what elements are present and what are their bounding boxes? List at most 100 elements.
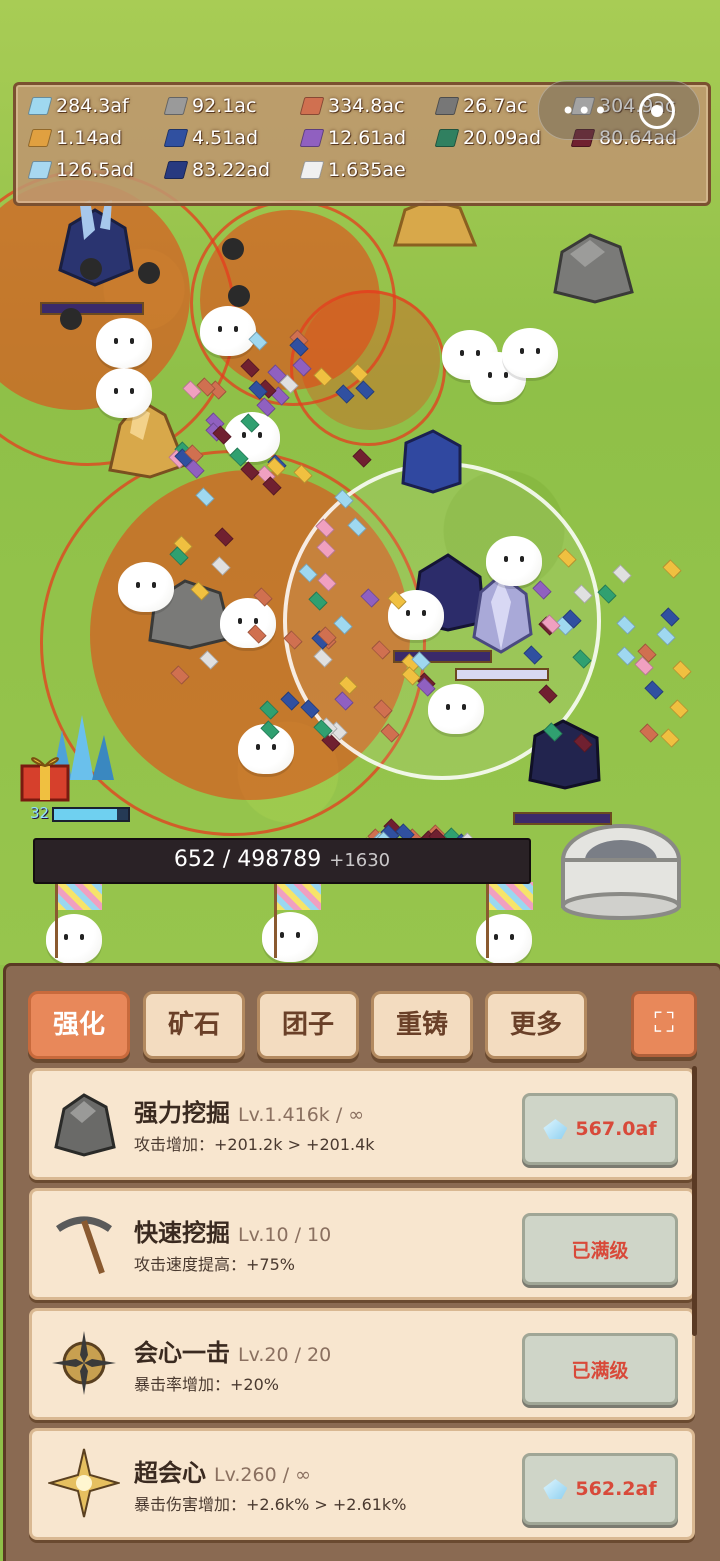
level-progress-bar (52, 807, 130, 822)
fullscreen-button[interactable]: ⛶ (631, 991, 697, 1057)
bomb-icon (80, 258, 102, 280)
crit-target-icon (52, 1331, 116, 1395)
gem-drop-icon (644, 679, 665, 700)
gem-drop-icon (616, 615, 636, 635)
upgrade-description: 暴击伤害增加：+2.6k% > +2.61k% (134, 1495, 407, 1514)
resource-item: 1.14ad (27, 127, 122, 149)
crystal-ingot-icon (27, 161, 53, 179)
dango-character[interactable] (96, 368, 152, 418)
resource-item: 92.1ac (163, 95, 256, 117)
resource-value: 126.5ad (56, 159, 135, 181)
gold-ore-rock[interactable] (390, 200, 480, 250)
dango-character[interactable] (220, 598, 276, 648)
gem-drop-icon (612, 564, 632, 584)
rainbow-flag-icon (277, 882, 321, 910)
progress-count: 652 / 498789 (173, 847, 322, 872)
upgrade-description: 攻击增加：+201.2k > +201.4k (134, 1135, 375, 1154)
tab-dango[interactable]: 团子 (257, 991, 359, 1059)
resource-item: 126.5ad (27, 159, 135, 181)
super-crit-icon (48, 1448, 120, 1518)
dango-character[interactable] (262, 912, 318, 962)
dango-character[interactable] (476, 914, 532, 964)
resource-value: 4.51ad (192, 127, 259, 149)
blast-ring (290, 290, 446, 446)
cobalt-ingot-icon (163, 161, 189, 179)
resource-value: 12.61ad (328, 127, 407, 149)
tab-ore[interactable]: 矿石 (143, 991, 245, 1059)
upgrade-description: 暴击率增加：+20% (134, 1375, 279, 1394)
gem-drop-icon (669, 698, 689, 719)
sapphire-ingot-icon (163, 129, 189, 147)
level-progress-fill (54, 809, 117, 820)
tab-enhance[interactable]: 强化 (28, 991, 130, 1059)
bomb-icon (222, 238, 244, 260)
diamond-icon (543, 1479, 568, 1499)
gem-drop-icon (616, 646, 636, 666)
resource-item: 26.7ac (434, 95, 527, 117)
gem-drop-icon (352, 448, 372, 468)
list-scrollbar[interactable] (692, 1066, 697, 1336)
progress-label: 652 / 498789 +1630 (35, 847, 529, 872)
resource-value: 334.8ac (328, 95, 405, 117)
resource-value: 284.3af (56, 95, 129, 117)
gold-ingot-icon (27, 129, 53, 147)
upgrade-status: 已满级 (571, 1359, 629, 1382)
resource-item: 1.635ae (299, 159, 406, 181)
dango-character[interactable] (200, 306, 256, 356)
tab-more[interactable]: 更多 (485, 991, 587, 1059)
tab-reforge[interactable]: 重铸 (371, 991, 473, 1059)
dango-character[interactable] (486, 536, 542, 586)
more-menu-icon[interactable]: ••• (561, 97, 609, 125)
sapphire-ore-rock[interactable] (398, 428, 466, 494)
cobalt-ore-rock[interactable] (525, 718, 603, 790)
upgrade-description: 攻击速度提高：+75% (134, 1255, 295, 1274)
upgrade-title: 强力挖掘 Lv.1.416k / ∞ (134, 1099, 365, 1127)
upgrade-status: 已满级 (571, 1239, 629, 1262)
mining-progress-bar: 652 / 498789 +1630 (33, 838, 531, 884)
gem-drop-icon (638, 723, 659, 743)
resource-item: 4.51ad (163, 127, 259, 149)
resource-value: 20.09ad (463, 127, 542, 149)
upgrade-cost: 567.0af (575, 1118, 657, 1140)
resource-item: 334.8ac (299, 95, 405, 117)
bomb-icon (138, 262, 160, 284)
rock-hp-bar (455, 668, 549, 681)
rainbow-flag-icon (489, 882, 533, 910)
gem-drop-icon (662, 559, 682, 579)
rainbow-flag-icon (58, 882, 102, 910)
expand-icon: ⛶ (654, 1006, 674, 1039)
miniprogram-capsule[interactable]: ••• (538, 80, 700, 140)
dango-character[interactable] (428, 684, 484, 734)
pickaxe-icon (56, 1216, 112, 1274)
upgrade-buy-button[interactable]: 562.2af (522, 1453, 678, 1525)
resource-item: 83.22ad (163, 159, 271, 181)
upgrade-maxed-button[interactable]: 已满级 (522, 1213, 678, 1285)
copper-ingot-icon (299, 97, 325, 115)
close-icon[interactable] (639, 93, 675, 129)
upgrade-row: 会心一击 Lv.20 / 20 暴击率增加：+20% 已满级 (29, 1308, 695, 1420)
dango-character[interactable] (118, 562, 174, 612)
upgrade-buy-button[interactable]: 567.0af (522, 1093, 678, 1165)
gift-box-icon[interactable] (18, 748, 72, 802)
gem-drop-icon (660, 607, 680, 627)
bomb-icon (60, 308, 82, 330)
dango-character[interactable] (502, 328, 558, 378)
progress-gain: +1630 (329, 850, 391, 871)
iron-ingot-icon (163, 97, 189, 115)
emerald-ingot-icon (434, 129, 460, 147)
amethyst-ingot-icon (299, 129, 325, 147)
rock-hp-bar (513, 812, 612, 825)
upgrade-title: 超会心 Lv.260 / ∞ (134, 1459, 311, 1487)
upgrade-level: Lv.20 / 20 (238, 1344, 332, 1366)
resource-value: 83.22ad (192, 159, 271, 181)
upgrade-maxed-button[interactable]: 已满级 (522, 1333, 678, 1405)
stone-rock[interactable] (550, 232, 636, 304)
upgrade-level: Lv.260 / ∞ (214, 1464, 311, 1486)
resource-item: 20.09ad (434, 127, 542, 149)
dango-character[interactable] (96, 318, 152, 368)
upgrade-row: 超会心 Lv.260 / ∞ 暴击伤害增加：+2.6k% > +2.61k% 56… (29, 1428, 695, 1540)
rock-hp-bar (40, 302, 144, 315)
gem-drop-icon (597, 584, 617, 604)
stone-well[interactable] (558, 820, 684, 920)
gem-drop-icon (656, 626, 676, 646)
